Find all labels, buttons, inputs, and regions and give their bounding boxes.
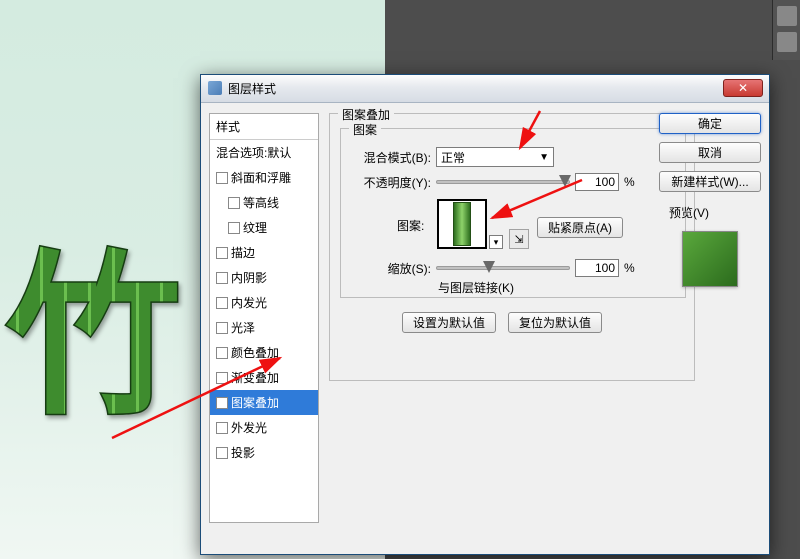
pattern-label: 图案: (397, 217, 424, 234)
effect-checkbox[interactable] (216, 347, 228, 359)
preview-swatch (682, 231, 738, 287)
effect-row-等高线[interactable]: 等高线 (210, 190, 318, 215)
chevron-down-icon: ▼ (539, 152, 549, 163)
scale-input[interactable]: 100 (575, 259, 619, 277)
bamboo-character: 竹 竹 (6, 195, 181, 448)
preview-label: 预览(V) (669, 204, 709, 221)
link-icon[interactable]: ⇲ (509, 229, 529, 249)
toolbar-icon-2[interactable] (777, 32, 797, 52)
opacity-label: 不透明度(Y): (349, 174, 431, 191)
effect-checkbox[interactable] (216, 297, 228, 309)
effect-label: 等高线 (243, 194, 279, 211)
effect-label: 内阴影 (231, 269, 267, 286)
effect-label: 内发光 (231, 294, 267, 311)
opacity-row: 不透明度(Y): 100 % (349, 173, 635, 191)
toolbar-icon-1[interactable] (777, 6, 797, 26)
effect-checkbox[interactable] (216, 322, 228, 334)
scale-slider[interactable] (436, 266, 570, 270)
effect-label: 描边 (231, 244, 255, 261)
effect-row-投影[interactable]: 投影 (210, 440, 318, 465)
pattern-overlay-group: 图案叠加 图案 混合模式(B): 正常 ▼ 不透明度(Y): 100 % 图案:… (329, 113, 695, 381)
effect-checkbox[interactable] (216, 397, 228, 409)
blend-options-row[interactable]: 混合选项:默认 (210, 140, 318, 165)
cancel-button[interactable]: 取消 (659, 142, 761, 163)
styles-list: 样式 混合选项:默认 斜面和浮雕等高线纹理描边内阴影内发光光泽颜色叠加渐变叠加图… (209, 113, 319, 523)
styles-header[interactable]: 样式 (210, 114, 318, 140)
effect-row-内发光[interactable]: 内发光 (210, 290, 318, 315)
effect-label: 颜色叠加 (231, 344, 279, 361)
dialog-title: 图层样式 (228, 80, 276, 97)
effect-label: 渐变叠加 (231, 369, 279, 386)
effect-checkbox[interactable] (216, 172, 228, 184)
effect-row-图案叠加[interactable]: 图案叠加 (210, 390, 318, 415)
blend-mode-row: 混合模式(B): 正常 ▼ (349, 147, 554, 167)
reset-default-button[interactable]: 复位为默认值 (508, 312, 602, 333)
preview-checkbox-row[interactable]: 预览(V) (665, 204, 761, 221)
pattern-inner-group: 图案 混合模式(B): 正常 ▼ 不透明度(Y): 100 % 图案: ▾ ⇲ … (340, 128, 686, 298)
effect-label: 光泽 (231, 319, 255, 336)
opacity-slider[interactable] (436, 180, 570, 184)
set-default-button[interactable]: 设置为默认值 (402, 312, 496, 333)
effect-row-渐变叠加[interactable]: 渐变叠加 (210, 365, 318, 390)
blend-mode-select[interactable]: 正常 ▼ (436, 147, 554, 167)
effect-label: 斜面和浮雕 (231, 169, 291, 186)
effect-row-外发光[interactable]: 外发光 (210, 415, 318, 440)
ok-button[interactable]: 确定 (659, 113, 761, 134)
effect-label: 外发光 (231, 419, 267, 436)
bamboo-pattern-icon (453, 202, 471, 246)
dialog-titlebar[interactable]: 图层样式 ✕ (201, 75, 769, 103)
opacity-unit: % (624, 175, 635, 189)
effect-checkbox[interactable] (216, 447, 228, 459)
layer-style-dialog: 图层样式 ✕ 样式 混合选项:默认 斜面和浮雕等高线纹理描边内阴影内发光光泽颜色… (200, 74, 770, 555)
opacity-input[interactable]: 100 (575, 173, 619, 191)
app-right-toolbar (772, 0, 800, 60)
effect-row-纹理[interactable]: 纹理 (210, 215, 318, 240)
dialog-right-column: 确定 取消 新建样式(W)... 预览(V) (659, 113, 761, 295)
effect-label: 纹理 (243, 219, 267, 236)
effect-label: 投影 (231, 444, 255, 461)
effect-checkbox[interactable] (216, 247, 228, 259)
scale-label: 缩放(S): (369, 260, 431, 277)
effect-checkbox[interactable] (216, 422, 228, 434)
dialog-icon (208, 81, 222, 95)
effect-row-斜面和浮雕[interactable]: 斜面和浮雕 (210, 165, 318, 190)
close-button[interactable]: ✕ (723, 79, 763, 97)
effect-row-描边[interactable]: 描边 (210, 240, 318, 265)
new-style-button[interactable]: 新建样式(W)... (659, 171, 761, 192)
effect-checkbox[interactable] (228, 222, 240, 234)
scale-unit: % (624, 261, 635, 275)
pattern-preview[interactable] (437, 199, 487, 249)
blend-mode-label: 混合模式(B): (349, 149, 431, 166)
inner-legend: 图案 (349, 121, 381, 138)
pattern-dropdown-arrow[interactable]: ▾ (489, 235, 503, 249)
link-layer-label: 与图层链接(K) (438, 279, 514, 296)
effect-checkbox[interactable] (228, 197, 240, 209)
effect-row-内阴影[interactable]: 内阴影 (210, 265, 318, 290)
effect-label: 图案叠加 (231, 394, 279, 411)
effect-checkbox[interactable] (216, 372, 228, 384)
effect-checkbox[interactable] (216, 272, 228, 284)
effect-row-颜色叠加[interactable]: 颜色叠加 (210, 340, 318, 365)
snap-origin-button[interactable]: 贴紧原点(A) (537, 217, 623, 238)
effect-row-光泽[interactable]: 光泽 (210, 315, 318, 340)
link-layer-row[interactable]: 与图层链接(K) (433, 279, 514, 296)
scale-row: 缩放(S): 100 % (369, 259, 635, 277)
